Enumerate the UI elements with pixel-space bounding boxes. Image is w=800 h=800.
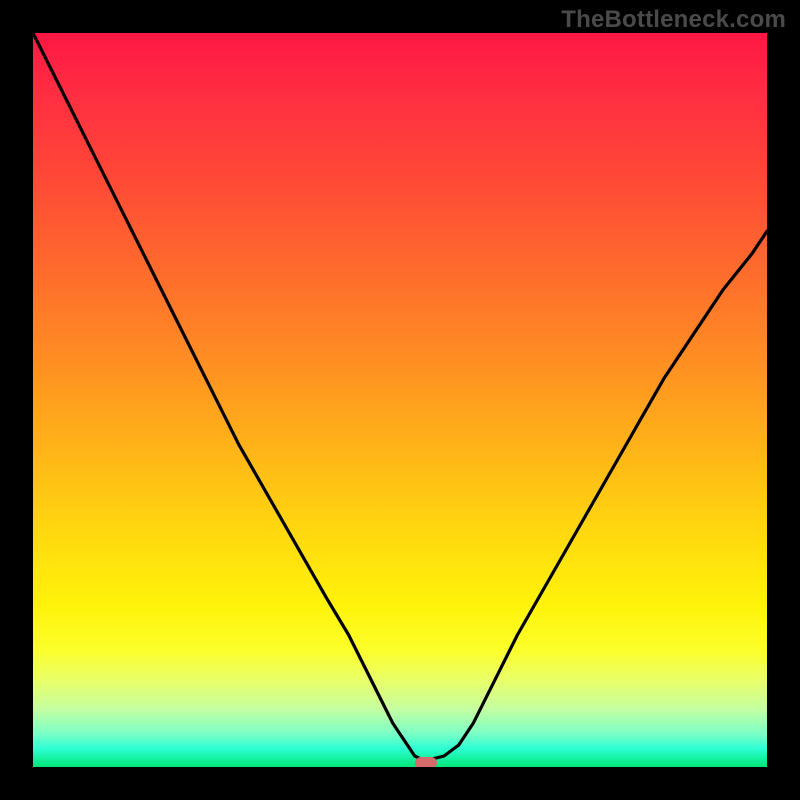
watermark-text: TheBottleneck.com xyxy=(561,6,786,34)
minimum-marker xyxy=(415,757,437,767)
plot-area xyxy=(33,33,767,767)
bottleneck-curve xyxy=(33,33,767,767)
chart-container: TheBottleneck.com xyxy=(0,0,800,800)
